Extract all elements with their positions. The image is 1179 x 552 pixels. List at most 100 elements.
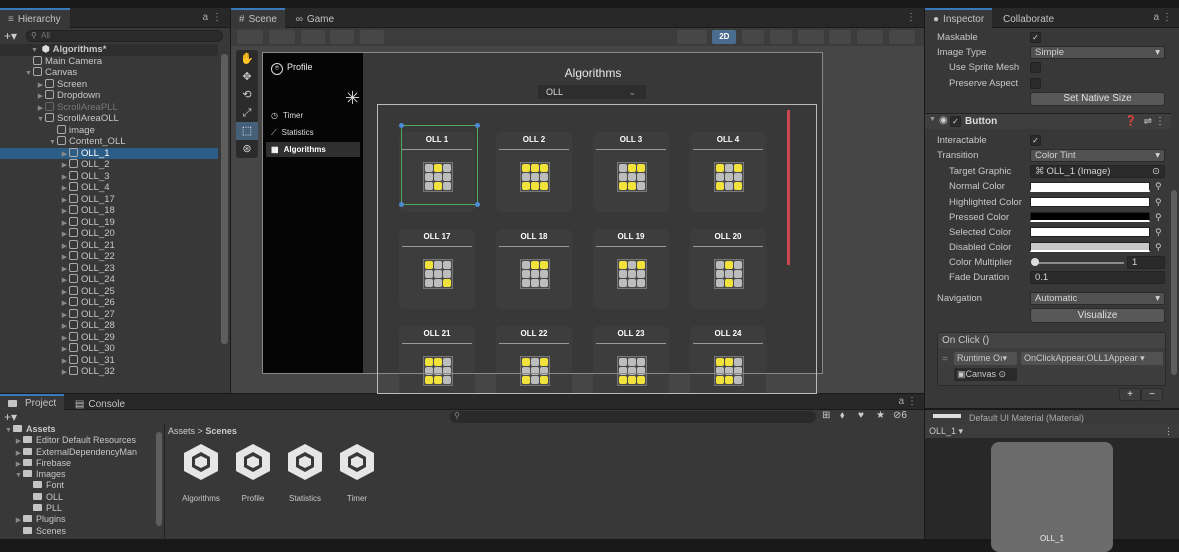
oll-tile[interactable]: OLL 1 [399, 132, 475, 212]
highlighted-color-field[interactable] [1030, 197, 1150, 207]
fade-duration-input[interactable]: 0.1 [1030, 271, 1165, 284]
normal-color-field[interactable] [1030, 182, 1150, 192]
effects-button[interactable] [797, 30, 824, 44]
navigation-select[interactable]: Automatic ▾ [1030, 292, 1165, 305]
hierarchy-row[interactable]: ▶ Screen [0, 78, 218, 91]
project-folder-row[interactable]: OLL [0, 492, 164, 503]
add-icon[interactable]: +▾ [4, 29, 17, 43]
move-tool-icon[interactable]: ✥ [236, 68, 258, 86]
add-icon[interactable]: +▾ [4, 410, 17, 424]
hidden-packages-icon[interactable]: ⊘6 [893, 410, 907, 421]
algorithms-item[interactable]: ▦ Algorithms [266, 142, 360, 157]
lock-icon[interactable]: a [202, 12, 208, 23]
hierarchy-row[interactable]: ▶ ScrollAreaPLL [0, 101, 218, 114]
transform-tool-icon[interactable]: ⊛ [236, 140, 258, 158]
hierarchy-row[interactable]: ▶ OLL_4 [0, 182, 218, 194]
hidden-objects-button[interactable] [829, 30, 852, 44]
filter-icon[interactable]: ⊞ [822, 410, 830, 421]
hierarchy-row[interactable]: ▶ OLL_31 [0, 354, 218, 367]
color-multiplier-slider[interactable] [1034, 262, 1124, 264]
more-icon[interactable]: ⋮ [1162, 12, 1172, 23]
hierarchy-row[interactable]: ▶ OLL_20 [0, 228, 218, 240]
hierarchy-row[interactable]: ▶ Dropdown [0, 90, 218, 102]
oll-tile[interactable]: OLL 17 [399, 229, 475, 309]
more-icon[interactable]: ⋮ [212, 12, 222, 23]
hierarchy-row[interactable]: Main Camera [0, 55, 218, 68]
image-type-select[interactable]: Simple ▾ [1030, 46, 1165, 59]
tab-scene[interactable]: # Scene [231, 8, 285, 28]
more-icon[interactable]: ⋮ [1155, 116, 1165, 127]
eyedropper-icon[interactable]: ⚲ [1155, 181, 1162, 192]
use-sprite-mesh-checkbox[interactable] [1030, 62, 1041, 73]
tab-hierarchy[interactable]: ≡ Hierarchy [0, 8, 70, 28]
remove-event-button[interactable]: − [1141, 388, 1163, 401]
tab-game[interactable]: ∞ Game [288, 9, 342, 29]
oll-dropdown[interactable]: OLL ⌄ [538, 85, 646, 99]
hierarchy-scrollbar[interactable] [221, 54, 228, 344]
project-folder-row[interactable]: ▶ Firebase [0, 458, 164, 469]
maskable-checkbox[interactable]: ✓ [1030, 32, 1041, 43]
profile-item[interactable]: ⌾ Profile [271, 62, 313, 75]
rotate-tool-icon[interactable]: ⟲ [236, 86, 258, 104]
hierarchy-row[interactable]: ▶ OLL_18 [0, 205, 218, 217]
expand-icon[interactable]: ▼ [14, 470, 23, 481]
hierarchy-row[interactable]: ▶ OLL_32 [0, 366, 218, 378]
breadcrumb-leaf[interactable]: Scenes [205, 426, 237, 436]
hierarchy-row[interactable]: ▶ OLL_2 [0, 159, 218, 171]
hierarchy-row[interactable]: ▶ OLL_22 [0, 251, 218, 263]
collapse-icon[interactable]: ▼ [929, 116, 936, 123]
snap-button[interactable] [300, 30, 325, 44]
star-icon[interactable]: ★ [876, 410, 885, 421]
scroll-indicator[interactable] [787, 110, 790, 265]
scene-asset[interactable]: Timer [330, 442, 384, 503]
disabled-color-field[interactable] [1030, 242, 1150, 252]
project-folder-row[interactable]: ▼ Images [0, 469, 164, 480]
hierarchy-row[interactable]: ▶ OLL_24 [0, 274, 218, 286]
inspector-scrollbar[interactable] [1171, 190, 1177, 375]
project-folder-row[interactable]: PLL [0, 503, 164, 514]
hierarchy-row[interactable]: ▶ OLL_27 [0, 308, 218, 321]
tab-inspector[interactable]: ● Inspector [925, 8, 993, 28]
hierarchy-row[interactable]: ▶ OLL_30 [0, 343, 218, 355]
set-native-size-button[interactable]: Set Native Size [1030, 92, 1165, 106]
button-enabled-checkbox[interactable]: ✓ [950, 116, 961, 127]
drag-handle-icon[interactable]: = [942, 354, 948, 365]
oll-tile[interactable]: OLL 18 [496, 229, 572, 309]
hand-tool-icon[interactable]: ✋ [236, 50, 258, 68]
expand-icon[interactable]: ▶ [60, 367, 69, 379]
function-select[interactable]: OnClickAppear.OLL1Appear ▾ [1021, 352, 1163, 365]
label-icon[interactable]: ⬧ [840, 410, 845, 421]
visualize-button[interactable]: Visualize [1030, 308, 1165, 323]
object-field[interactable]: ▣Canvas ⊙ [954, 368, 1017, 381]
increment-snap-button[interactable] [360, 30, 385, 44]
scene-asset[interactable]: Profile [226, 442, 280, 503]
hierarchy-row[interactable]: ▶ OLL_19 [0, 216, 218, 229]
hierarchy-row[interactable]: ▶ OLL_25 [0, 285, 218, 298]
draw-mode-button[interactable] [237, 30, 263, 44]
oll-tile[interactable]: OLL 19 [593, 229, 669, 309]
favorite-icon[interactable]: ♥ [858, 410, 864, 421]
lock-icon[interactable]: a [1153, 12, 1159, 23]
runtime-select[interactable]: Runtime Oı▾ [954, 352, 1017, 365]
expand-icon[interactable]: ▼ [4, 425, 13, 436]
slider-thumb[interactable] [1031, 258, 1039, 266]
grid-snap-button[interactable] [330, 30, 355, 44]
hierarchy-row[interactable]: ▶ OLL_28 [0, 320, 218, 332]
project-search-input[interactable]: ⚲ [450, 411, 816, 423]
settings-icon[interactable]: ⇌ [1144, 116, 1152, 127]
pressed-color-field[interactable] [1030, 212, 1150, 222]
gizmo-cube-button[interactable] [268, 30, 295, 44]
hierarchy-row[interactable]: ▶ OLL_26 [0, 297, 218, 309]
timer-item[interactable]: ◷ Timer [271, 111, 303, 120]
more-icon[interactable]: ⋮ [1164, 424, 1173, 438]
expand-icon[interactable]: ▶ [14, 515, 23, 526]
preserve-aspect-checkbox[interactable] [1030, 78, 1041, 89]
tab-collaborate[interactable]: Collaborate [995, 9, 1062, 29]
hierarchy-row[interactable]: ▶ OLL_23 [0, 262, 218, 275]
hierarchy-row[interactable]: ▶ OLL_29 [0, 331, 218, 344]
hierarchy-row[interactable]: ▼ Content_OLL [0, 136, 218, 148]
more-icon[interactable]: ⋮ [906, 12, 916, 23]
add-event-button[interactable]: + [1119, 388, 1141, 401]
oll-tile[interactable]: OLL 3 [593, 132, 669, 212]
lock-icon[interactable]: a [898, 396, 904, 407]
